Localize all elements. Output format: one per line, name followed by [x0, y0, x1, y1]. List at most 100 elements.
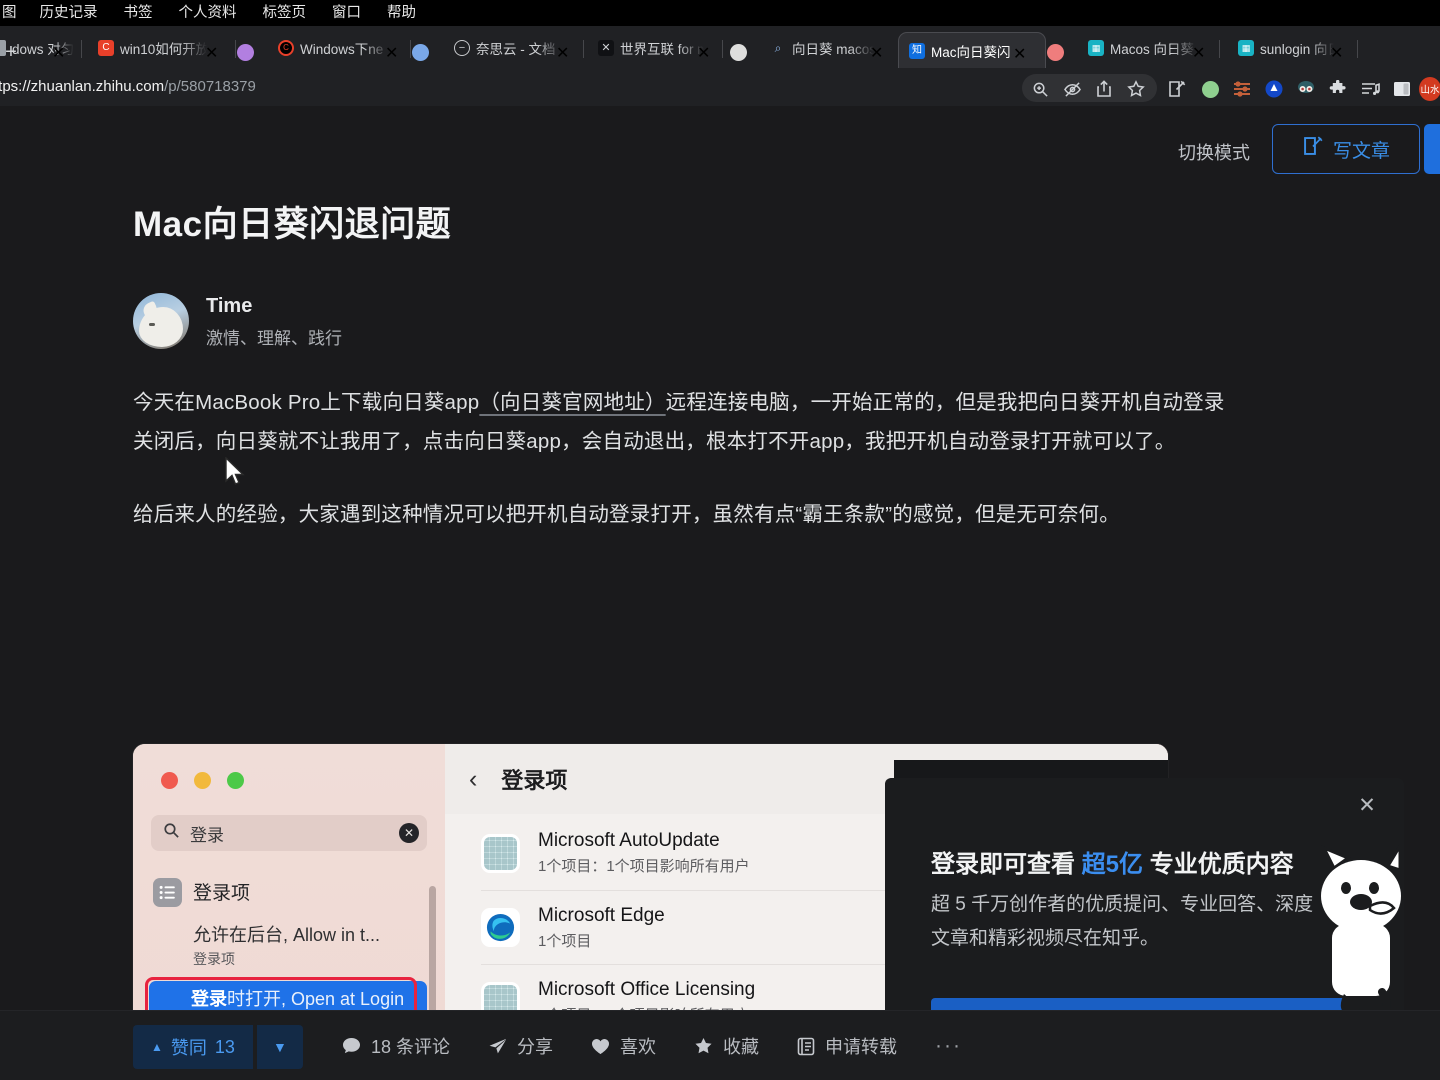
- favorite-button[interactable]: 收藏: [694, 1033, 759, 1059]
- tab-group-chip-purple[interactable]: [237, 44, 254, 61]
- login-item-sub: 1个项目: [538, 932, 592, 950]
- tab-group-chip-white[interactable]: [730, 44, 747, 61]
- menu-item-view[interactable]: 图: [0, 0, 27, 26]
- menu-item-profile[interactable]: 个人资料: [166, 0, 250, 26]
- upvote-count: 13: [214, 1036, 235, 1057]
- menu-item-history[interactable]: 历史记录: [27, 0, 111, 26]
- new-tab-button[interactable]: +: [0, 42, 22, 64]
- edge-icon: [481, 908, 520, 947]
- tab-sunlogin[interactable]: ▦ sunlogin 向日: [1228, 30, 1340, 66]
- split-screen-icon[interactable]: [1391, 78, 1413, 100]
- profile-initials: 山水: [1419, 77, 1440, 101]
- reprint-icon: [797, 1037, 815, 1056]
- comments-button[interactable]: 18 条评论: [342, 1033, 450, 1059]
- tab-group-chip-blue[interactable]: [412, 44, 429, 61]
- sidebar-result-login-items[interactable]: 登录项: [153, 878, 429, 907]
- author-name[interactable]: Time: [206, 294, 342, 319]
- tab-macos-sunflower[interactable]: ▦ Macos 向日葵: [1078, 30, 1204, 66]
- popup-heading-before: 登录即可查看: [931, 851, 1082, 878]
- tab-close-icon[interactable]: ✕: [52, 43, 65, 63]
- tab-world-internet[interactable]: ✕ 世界互联 for m: [588, 30, 710, 66]
- tab-separator: [583, 40, 584, 58]
- switch-mode-button[interactable]: 切换模式: [1178, 139, 1250, 165]
- blue-drop-icon[interactable]: [1263, 78, 1285, 100]
- sidebar-result-sub: 允许在后台, Allow in t...: [193, 925, 381, 945]
- screenshot-root: 图 历史记录 书签 个人资料 标签页 窗口 帮助 dows 对匀 ✕ C win…: [0, 0, 1440, 1080]
- page-title: Mac向日葵闪退问题: [133, 205, 452, 244]
- tab-sunflower-macos[interactable]: ⌕ 向日葵 macos: [760, 30, 880, 66]
- tab-close-icon[interactable]: ✕: [1330, 43, 1343, 63]
- puzzle-extension-icon[interactable]: [1327, 78, 1349, 100]
- green-dot-icon[interactable]: [1199, 78, 1221, 100]
- downvote-button[interactable]: ▼: [256, 1025, 303, 1069]
- tab-close-icon[interactable]: ✕: [385, 43, 398, 63]
- reprint-label: 申请转载: [825, 1037, 898, 1057]
- share-paper-plane-icon: [488, 1037, 507, 1055]
- reprint-button[interactable]: 申请转载: [797, 1033, 897, 1059]
- tab-title: 奈思云 - 文档: [476, 42, 556, 57]
- tab-separator: [81, 40, 82, 58]
- menu-item-bookmarks[interactable]: 书签: [111, 0, 166, 26]
- bat-icon: ✕: [598, 40, 614, 56]
- tab-close-icon[interactable]: ✕: [1013, 44, 1026, 64]
- comments-label: 18 条评论: [371, 1037, 451, 1057]
- star-icon: [694, 1037, 713, 1055]
- tab-win10-howto[interactable]: C win10如何开放: [88, 30, 213, 66]
- menu-item-help[interactable]: 帮助: [374, 0, 429, 26]
- share-icon[interactable]: [1093, 78, 1115, 100]
- magnifier-icon: [163, 822, 180, 844]
- eye-off-icon[interactable]: [1061, 78, 1083, 100]
- tab-close-icon[interactable]: ✕: [205, 43, 218, 63]
- tab-close-icon[interactable]: ✕: [697, 43, 710, 63]
- avatar[interactable]: [133, 293, 189, 349]
- tab-group-chip-red[interactable]: [1047, 44, 1064, 61]
- reading-list-icon[interactable]: [1231, 78, 1253, 100]
- search-input[interactable]: 登录 ✕: [151, 815, 427, 851]
- write-article-button[interactable]: 写文章: [1272, 124, 1420, 174]
- search-icon: ⌕: [774, 41, 782, 55]
- chevron-left-icon[interactable]: ‹: [469, 766, 477, 792]
- popup-heading-highlight: 超5亿: [1081, 851, 1144, 878]
- tab-separator: [722, 40, 723, 58]
- maximize-window-button[interactable]: [227, 772, 244, 789]
- zhihu-icon: 知: [909, 42, 925, 59]
- tab-separator: [410, 40, 411, 58]
- upvote-button[interactable]: ▲ 赞同 13: [133, 1025, 253, 1069]
- popup-heading-after: 专业优质内容: [1143, 851, 1294, 878]
- url-display[interactable]: ttps://zhuanlan.zhihu.com/p/580718379: [0, 78, 256, 95]
- login-item-sub: 1个项目：1个项目影响所有用户: [538, 858, 750, 875]
- bookmark-star-icon[interactable]: [1125, 78, 1147, 100]
- tab-close-icon[interactable]: ✕: [1192, 43, 1205, 63]
- tab-separator: [1219, 40, 1220, 58]
- c-circle-icon: C: [278, 40, 294, 56]
- sidebar-result-title: 登录项: [193, 883, 251, 904]
- close-icon[interactable]: ✕: [1354, 792, 1380, 818]
- teal-robot-icon: ▦: [1088, 40, 1104, 56]
- sunflower-official-site-link[interactable]: （向日葵官网地址）: [479, 391, 665, 414]
- edit-note-icon[interactable]: [1166, 78, 1188, 100]
- article-paragraph-2: 给后来人的经验，大家遇到这种情况可以把开机自动登录打开，虽然有点“霸王条款”的感…: [133, 503, 1120, 526]
- tab-title: Windows下ne: [300, 42, 384, 57]
- tab-separator: [1357, 40, 1358, 58]
- article-container: Mac向日葵闪退问题 Time 激情、理解、践行 今天在MacBook Pro上…: [133, 196, 1233, 534]
- profile-shanshui-icon[interactable]: 山水: [1419, 77, 1440, 101]
- action-buttons: 18 条评论 分享 喜欢 收藏 申请转载 ···: [342, 1033, 962, 1059]
- sidebar-result-allow-background[interactable]: 允许在后台, Allow in t... 登录项: [193, 924, 433, 969]
- close-window-button[interactable]: [161, 772, 178, 789]
- edge-blue-button[interactable]: [1424, 124, 1440, 174]
- share-button[interactable]: 分享: [488, 1033, 553, 1059]
- like-button[interactable]: 喜欢: [591, 1033, 656, 1059]
- queue-music-icon[interactable]: [1359, 78, 1381, 100]
- tab-naisiyun-doc[interactable]: − 奈思云 - 文档: [444, 30, 569, 66]
- menu-item-tabs[interactable]: 标签页: [250, 0, 320, 26]
- tab-close-icon[interactable]: ✕: [870, 43, 883, 63]
- menu-item-window[interactable]: 窗口: [319, 0, 374, 26]
- clear-x-icon[interactable]: ✕: [399, 823, 419, 843]
- tab-windows-ne[interactable]: C Windows下ne: [268, 30, 396, 66]
- avatar-glasses-icon[interactable]: [1295, 78, 1317, 100]
- zoom-in-icon[interactable]: [1029, 78, 1051, 100]
- tab-close-icon[interactable]: ✕: [556, 43, 569, 63]
- url-host: ttps://zhuanlan.zhihu.com: [0, 78, 165, 95]
- minimize-window-button[interactable]: [194, 772, 211, 789]
- more-actions-button[interactable]: ···: [935, 1034, 962, 1058]
